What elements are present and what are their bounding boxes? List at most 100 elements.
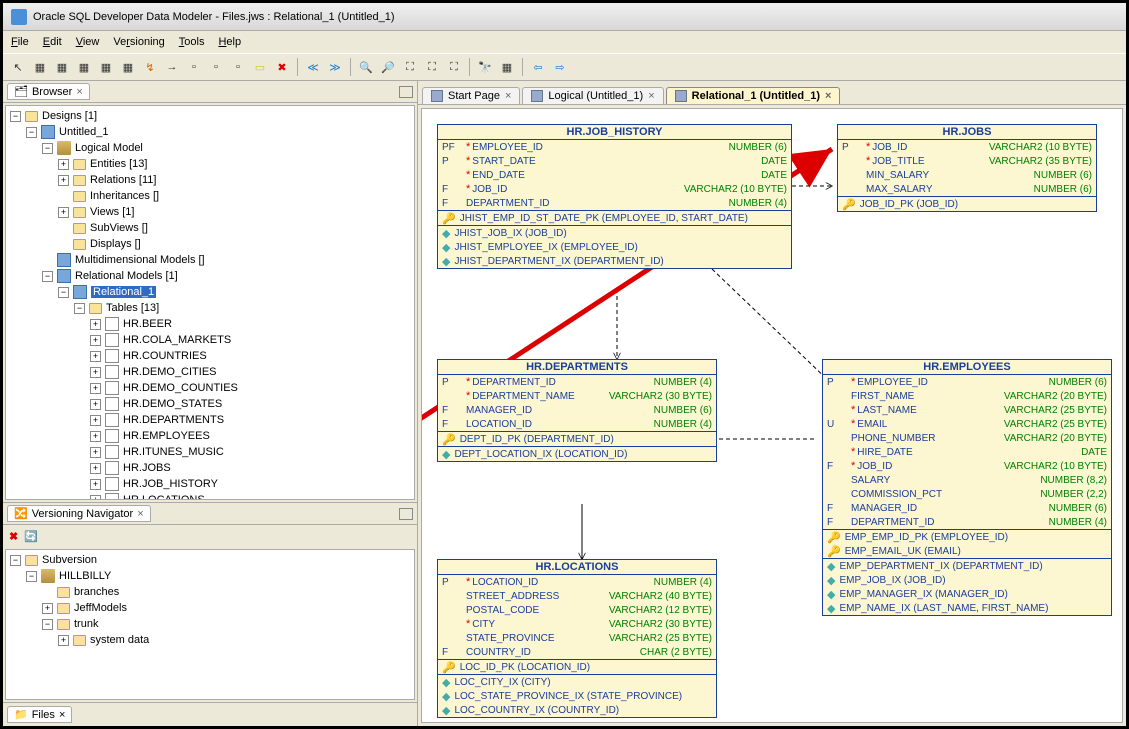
grid4-icon[interactable]: ▦	[97, 58, 115, 76]
tree-node[interactable]: − Tables [13]	[6, 300, 414, 316]
tree-node[interactable]: Inheritances []	[6, 188, 414, 204]
tree-toggle-icon[interactable]: +	[58, 175, 69, 186]
tree-toggle-icon[interactable]: +	[90, 479, 101, 490]
tree-node[interactable]: + HR.COLA_MARKETS	[6, 332, 414, 348]
prev-icon[interactable]: ⇦	[529, 58, 547, 76]
fit-icon[interactable]: ⛶	[401, 58, 419, 76]
versioning-tree[interactable]: − Subversion − HILLBILLY branches + Jeff…	[5, 549, 415, 700]
note-icon[interactable]: ▭	[251, 58, 269, 76]
tree-node[interactable]: + HR.JOB_HISTORY	[6, 476, 414, 492]
diagram-canvas[interactable]: HR.JOB_HISTORY PF *EMPLOYEE_ID NUMBER (6…	[421, 108, 1123, 723]
first-icon[interactable]: ≪	[304, 58, 322, 76]
menu-view[interactable]: View	[76, 36, 100, 48]
tree-node[interactable]: + HR.DEMO_CITIES	[6, 364, 414, 380]
tree-node[interactable]: + HR.DEPARTMENTS	[6, 412, 414, 428]
tree-node[interactable]: SubViews []	[6, 220, 414, 236]
tree-toggle-icon[interactable]: −	[58, 287, 69, 298]
tree-toggle-icon[interactable]: −	[10, 111, 21, 122]
tree-toggle-icon[interactable]: −	[42, 619, 53, 630]
tree-toggle-icon[interactable]: −	[74, 303, 85, 314]
entity-HR.DEPARTMENTS[interactable]: HR.DEPARTMENTS P *DEPARTMENT_ID NUMBER (…	[437, 359, 717, 462]
close-tab-0-icon[interactable]: ×	[505, 90, 511, 102]
tree-toggle-icon[interactable]: −	[26, 127, 37, 138]
tree-node[interactable]: + HR.JOBS	[6, 460, 414, 476]
refresh-versioning-icon[interactable]: 🔄	[24, 530, 38, 543]
tab-relational[interactable]: Relational_1 (Untitled_1)×	[666, 87, 841, 104]
tree-toggle-icon[interactable]: +	[90, 335, 101, 346]
tree-node[interactable]: + HR.DEMO_STATES	[6, 396, 414, 412]
zoom-in-icon[interactable]: 🔍	[357, 58, 375, 76]
files-tab[interactable]: 📁 Files ×	[7, 706, 72, 723]
n1-icon[interactable]: ▫	[185, 58, 203, 76]
n3-icon[interactable]: ▫	[229, 58, 247, 76]
tree-node[interactable]: − Subversion	[6, 552, 414, 568]
tree-node[interactable]: + HR.LOCATIONS	[6, 492, 414, 500]
find-icon[interactable]: 🔭	[476, 58, 494, 76]
tree-node[interactable]: Multidimensional Models []	[6, 252, 414, 268]
menu-file[interactable]: File	[11, 36, 29, 48]
tree-node[interactable]: branches	[6, 584, 414, 600]
entity-HR.JOB_HISTORY[interactable]: HR.JOB_HISTORY PF *EMPLOYEE_ID NUMBER (6…	[437, 124, 792, 269]
tree-node[interactable]: − Untitled_1	[6, 124, 414, 140]
tree-node[interactable]: − HILLBILLY	[6, 568, 414, 584]
tree-node[interactable]: + HR.COUNTRIES	[6, 348, 414, 364]
tree-toggle-icon[interactable]: +	[90, 351, 101, 362]
tree-node[interactable]: − Designs [1]	[6, 108, 414, 124]
n2-icon[interactable]: ▫	[207, 58, 225, 76]
tree-toggle-icon[interactable]: +	[90, 463, 101, 474]
close-versioning-icon[interactable]: ×	[137, 508, 143, 520]
tree-toggle-icon[interactable]: +	[58, 159, 69, 170]
zoom-out-icon[interactable]: 🔎	[379, 58, 397, 76]
tree-node[interactable]: − Relational Models [1]	[6, 268, 414, 284]
pointer-icon[interactable]: ↖	[9, 58, 27, 76]
tree-toggle-icon[interactable]: −	[10, 555, 21, 566]
tree-toggle-icon[interactable]: +	[58, 207, 69, 218]
minimize-pane-icon[interactable]	[399, 86, 413, 98]
grid1-icon[interactable]: ▦	[31, 58, 49, 76]
grid5-icon[interactable]: ▦	[119, 58, 137, 76]
tree-node[interactable]: + HR.ITUNES_MUSIC	[6, 444, 414, 460]
tree-toggle-icon[interactable]: +	[90, 319, 101, 330]
tree-toggle-icon[interactable]: +	[90, 383, 101, 394]
close-tab-2-icon[interactable]: ×	[825, 90, 831, 102]
tree-node[interactable]: − Relational_1	[6, 284, 414, 300]
layout-icon[interactable]: ▦	[498, 58, 516, 76]
tree-toggle-icon[interactable]: −	[26, 571, 37, 582]
minimize-versioning-icon[interactable]	[399, 508, 413, 520]
tree-toggle-icon[interactable]: −	[42, 143, 53, 154]
tree-node[interactable]: + Entities [13]	[6, 156, 414, 172]
last-icon[interactable]: ≫	[326, 58, 344, 76]
close-tab-1-icon[interactable]: ×	[648, 90, 654, 102]
delete-versioning-icon[interactable]: ✖	[9, 530, 18, 543]
fit2-icon[interactable]: ⛶	[423, 58, 441, 76]
menu-help[interactable]: Help	[218, 36, 241, 48]
next-icon[interactable]: ⇨	[551, 58, 569, 76]
grid2-icon[interactable]: ▦	[53, 58, 71, 76]
menu-tools[interactable]: Tools	[179, 36, 205, 48]
tree-node[interactable]: + Views [1]	[6, 204, 414, 220]
tab-logical[interactable]: Logical (Untitled_1)×	[522, 87, 663, 104]
browser-tab[interactable]: 🗂 Browser ×	[7, 83, 90, 100]
tab-start-page[interactable]: Start Page×	[422, 87, 520, 104]
close-files-icon[interactable]: ×	[59, 709, 65, 721]
tree-toggle-icon[interactable]: +	[42, 603, 53, 614]
tree-node[interactable]: + HR.DEMO_COUNTIES	[6, 380, 414, 396]
tree-toggle-icon[interactable]: +	[90, 399, 101, 410]
close-browser-icon[interactable]: ×	[76, 86, 82, 98]
tree-toggle-icon[interactable]: +	[90, 495, 101, 501]
tree-node[interactable]: − trunk	[6, 616, 414, 632]
tree-node[interactable]: + JeffModels	[6, 600, 414, 616]
menu-versioning[interactable]: Versioning	[113, 36, 164, 48]
menu-edit[interactable]: Edit	[43, 36, 62, 48]
browser-tree[interactable]: − Designs [1] − Untitled_1 − Logical Mod…	[5, 105, 415, 500]
tree-node[interactable]: + system data	[6, 632, 414, 648]
tree-toggle-icon[interactable]: +	[90, 447, 101, 458]
back-arrow-icon[interactable]: →	[163, 58, 181, 76]
entity-HR.EMPLOYEES[interactable]: HR.EMPLOYEES P *EMPLOYEE_ID NUMBER (6) F…	[822, 359, 1112, 616]
tree-toggle-icon[interactable]: +	[90, 431, 101, 442]
grid3-icon[interactable]: ▦	[75, 58, 93, 76]
fit3-icon[interactable]: ⛶	[445, 58, 463, 76]
delete-icon[interactable]: ✖	[273, 58, 291, 76]
tree-node[interactable]: + HR.BEER	[6, 316, 414, 332]
entity-HR.JOBS[interactable]: HR.JOBS P *JOB_ID VARCHAR2 (10 BYTE) *JO…	[837, 124, 1097, 212]
